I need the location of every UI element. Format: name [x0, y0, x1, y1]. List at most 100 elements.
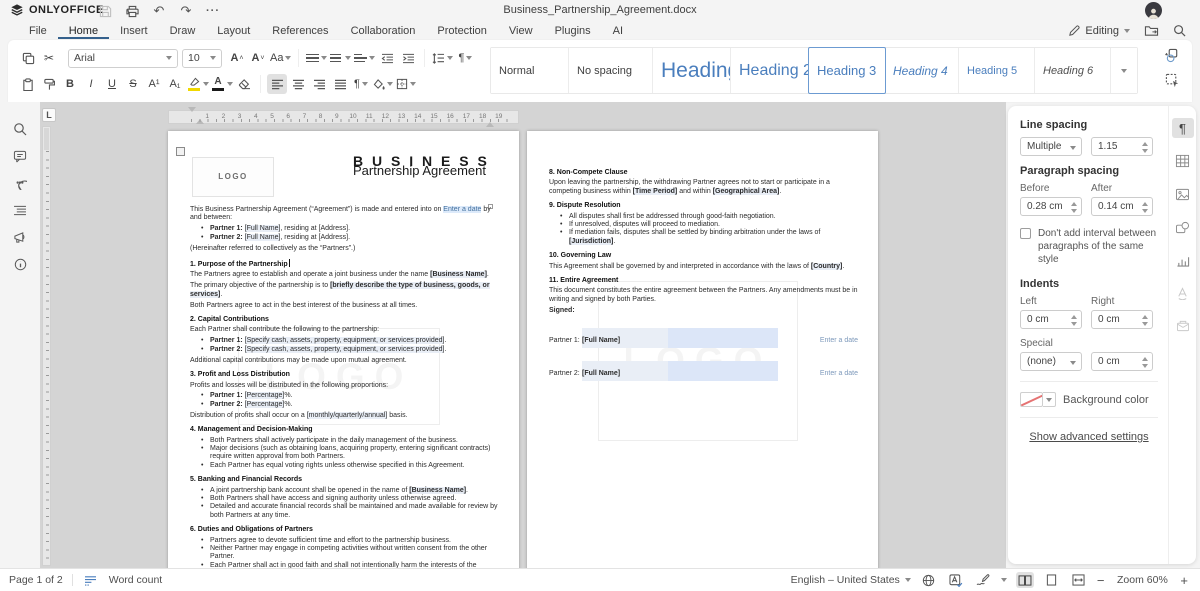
strikethrough-icon[interactable]: S [123, 74, 143, 94]
table-settings-icon[interactable] [1172, 151, 1194, 171]
bullet-list[interactable]: •A joint partnership bank account shall … [190, 487, 499, 521]
open-file-location-icon[interactable] [1144, 24, 1159, 37]
cut-icon[interactable]: ✂ [39, 48, 59, 68]
bullet-item[interactable]: •Both Partners shall actively participat… [190, 437, 499, 445]
decrease-indent-icon[interactable] [377, 48, 397, 68]
style-heading-4[interactable]: Heading 4 [885, 48, 959, 93]
zoom-out-button[interactable]: − [1097, 573, 1105, 588]
style-heading-2[interactable]: Heading 2 [731, 48, 809, 93]
styles-more-chevron[interactable] [1111, 48, 1137, 93]
user-avatar[interactable] [1145, 2, 1162, 19]
bullet-list[interactable]: •Partner 1: [Full Name], residing at [Ad… [190, 225, 499, 242]
menu-home[interactable]: Home [58, 23, 109, 39]
line-spacing-value[interactable]: 1.15 [1091, 137, 1153, 156]
bullet-item[interactable]: •Partner 2: [Full Name], residing at [Ad… [190, 234, 499, 242]
bullet-item[interactable]: •Both Partners shall have access and sig… [190, 495, 499, 503]
bullet-item[interactable]: •Each Partner has equal voting rights un… [190, 462, 499, 470]
spacing-after-field[interactable]: 0.14 cm [1091, 197, 1153, 216]
menu-view[interactable]: View [498, 23, 544, 39]
borders-icon[interactable] [395, 74, 417, 94]
paragraph[interactable]: Distribution of profits shall occur on a… [190, 412, 499, 420]
bullet-item[interactable]: •A joint partnership bank account shall … [190, 487, 499, 495]
fit-width-icon[interactable] [1070, 572, 1088, 588]
horizontal-ruler[interactable]: 12345678910111213141516171819 [168, 110, 519, 124]
language-selector[interactable]: English – United States [791, 574, 911, 586]
menu-protection[interactable]: Protection [426, 23, 498, 39]
menu-ai[interactable]: AI [602, 23, 634, 39]
shading-icon[interactable] [372, 74, 394, 94]
align-center-icon[interactable] [288, 74, 308, 94]
style-heading-5[interactable]: Heading 5 [959, 48, 1035, 93]
highlight-color-icon[interactable] [186, 74, 202, 94]
subscript-icon[interactable]: A₁ [165, 74, 185, 94]
font-name-select[interactable]: Arial [68, 49, 178, 68]
chat-icon[interactable] [10, 174, 30, 192]
style-heading-6[interactable]: Heading 6 [1035, 48, 1111, 93]
bullet-item[interactable]: •Detailed and accurate financial records… [190, 503, 499, 520]
spell-checking-icon[interactable] [947, 572, 965, 588]
menu-collaboration[interactable]: Collaboration [340, 23, 427, 39]
bullet-item[interactable]: •If unresolved, disputes will proceed to… [549, 221, 858, 229]
section-heading[interactable]: 11. Entire Agreement [549, 277, 858, 285]
paragraph[interactable]: Each Partner shall contribute the follow… [190, 326, 499, 334]
comments-icon[interactable] [10, 147, 30, 165]
paragraph[interactable]: Both Partners agree to act in the best i… [190, 302, 499, 310]
menu-layout[interactable]: Layout [206, 23, 261, 39]
paragraph[interactable]: This Agreement shall be governed by and … [549, 263, 858, 271]
format-painter-icon[interactable] [39, 74, 59, 94]
document-header-table[interactable]: LOGO B U S I N E S S Partnership Agreeme… [192, 157, 497, 197]
bullet-item[interactable]: •Partner 1: [Percentage]%. [190, 392, 499, 400]
paragraph[interactable]: This Business Partnership Agreement (“Ag… [190, 206, 499, 223]
increase-indent-icon[interactable] [398, 48, 418, 68]
clear-style-icon[interactable] [234, 74, 254, 94]
change-case-icon[interactable]: Aa [269, 48, 292, 68]
background-color-chevron[interactable] [1043, 392, 1056, 407]
table-move-handle-icon[interactable] [176, 147, 185, 156]
section-heading[interactable]: 9. Dispute Resolution [549, 202, 858, 210]
track-changes-icon[interactable] [974, 572, 992, 588]
indent-right-field[interactable]: 0 cm [1091, 310, 1153, 329]
bullet-list[interactable]: •All disputes shall first be addressed t… [549, 213, 858, 247]
two-page-view-icon[interactable] [1016, 572, 1034, 588]
font-size-select[interactable]: 10 [182, 49, 222, 68]
style-normal[interactable]: Normal [491, 48, 569, 93]
spacing-before-field[interactable]: 0.28 cm [1020, 197, 1082, 216]
paragraph[interactable]: The primary objective of the partnership… [190, 282, 499, 299]
track-changes-chevron[interactable] [1001, 578, 1007, 582]
about-icon[interactable] [10, 255, 30, 273]
line-spacing-icon[interactable] [431, 48, 454, 68]
bullet-item[interactable]: •Partner 2: [Specify cash, assets, prope… [190, 346, 499, 354]
signature-name-placeholder[interactable]: [Full Name] [582, 328, 668, 348]
font-color-chevron[interactable] [227, 82, 233, 86]
signature-row[interactable]: Partner 2:[Full Name]Enter a date [549, 361, 858, 381]
section-heading[interactable]: 10. Governing Law [549, 252, 858, 260]
align-justify-icon[interactable] [330, 74, 350, 94]
bullet-item[interactable]: •Partners agree to devote sufficient tim… [190, 537, 499, 545]
replace-icon[interactable] [1165, 48, 1180, 63]
fit-page-icon[interactable] [1043, 572, 1061, 588]
word-count-button[interactable]: Word count [109, 574, 163, 586]
search-icon[interactable] [1173, 24, 1186, 37]
bullet-item[interactable]: •Partner 2: [Percentage]%. [190, 401, 499, 409]
section-heading[interactable]: 8. Non-Compete Clause [549, 169, 858, 177]
italic-icon[interactable]: I [81, 74, 101, 94]
paragraph[interactable]: (Hereinafter referred to collectively as… [190, 245, 499, 253]
date-field[interactable]: Enter a date [820, 361, 858, 381]
font-color-icon[interactable]: A [210, 74, 226, 94]
menu-insert[interactable]: Insert [109, 23, 159, 39]
shape-settings-icon[interactable] [1172, 217, 1194, 237]
increase-font-icon[interactable]: A˄ [227, 48, 247, 68]
paragraph-direction-icon[interactable]: ¶ [351, 74, 371, 94]
special-indent-value[interactable]: 0 cm [1091, 352, 1153, 371]
editing-mode-dropdown[interactable]: Editing [1068, 25, 1130, 37]
section-heading[interactable]: 5. Banking and Financial Records [190, 476, 499, 484]
menu-references[interactable]: References [261, 23, 339, 39]
style-heading-3-selected[interactable]: Heading 3 [808, 47, 886, 94]
document-heading[interactable]: B U S I N E S S Partnership Agreement [353, 157, 489, 197]
paragraph[interactable]: The Partners agree to establish and oper… [190, 271, 499, 279]
menu-file[interactable]: File [18, 23, 58, 39]
bullet-list[interactable]: •Partner 1: [Specify cash, assets, prope… [190, 337, 499, 354]
highlight-color-chevron[interactable] [203, 82, 209, 86]
image-settings-icon[interactable] [1172, 184, 1194, 204]
paste-icon[interactable] [18, 74, 38, 94]
